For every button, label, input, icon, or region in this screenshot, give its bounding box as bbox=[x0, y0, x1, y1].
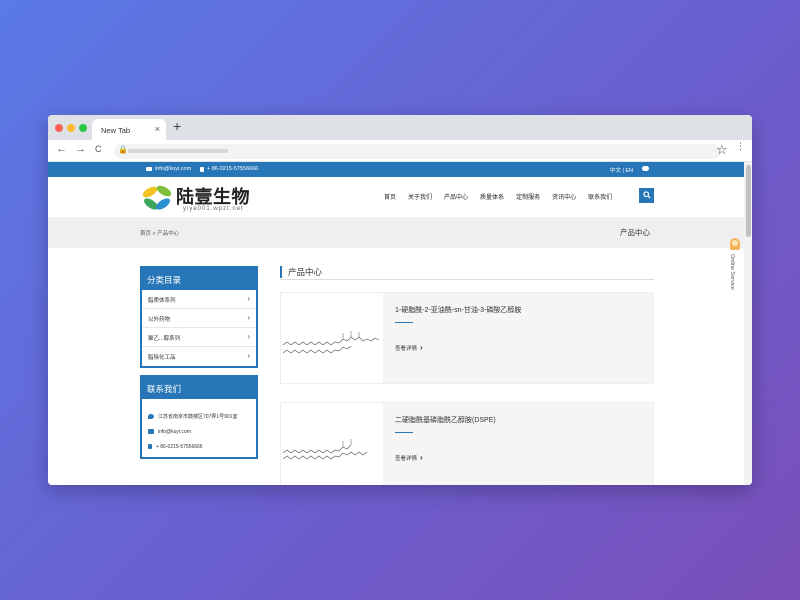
maximize-window-dot[interactable] bbox=[79, 124, 87, 132]
url-input[interactable]: 🔒 bbox=[114, 144, 721, 159]
chevron-right-icon: › bbox=[247, 294, 250, 303]
topbar-phone: + 86-0215-57556666 bbox=[200, 166, 258, 172]
reload-icon[interactable]: C bbox=[95, 144, 102, 154]
topbar-email-text: info@kuyi.com bbox=[155, 166, 192, 172]
site-header: 陆壹生物 yiye001.wpzt.net 首页 关于我们 产品中心 质量体系 … bbox=[48, 177, 744, 217]
search-button[interactable] bbox=[639, 188, 654, 203]
phone-icon bbox=[148, 444, 152, 449]
tab-bar: New Tab × + bbox=[48, 115, 752, 140]
topbar-phone-text: + 86-0215-57556666 bbox=[207, 166, 259, 172]
main-nav: 首页 关于我们 产品中心 质量体系 定制服务 资讯中心 联系我们 bbox=[378, 192, 618, 201]
back-arrow-icon[interactable]: ← bbox=[56, 143, 67, 155]
topbar-email[interactable]: info@kuyi.com bbox=[146, 166, 191, 172]
lock-icon: 🔒 bbox=[118, 145, 128, 154]
search-icon bbox=[642, 191, 651, 199]
mail-icon bbox=[148, 429, 154, 434]
chevron-right-icon: › bbox=[247, 313, 250, 322]
nav-item-custom[interactable]: 定制服务 bbox=[510, 192, 546, 201]
chevron-right-icon: › bbox=[420, 453, 423, 462]
section-divider bbox=[280, 279, 654, 280]
bookmark-star-icon[interactable]: ☆ bbox=[716, 142, 728, 158]
chevron-right-icon: › bbox=[420, 343, 423, 352]
page-scrollbar[interactable] bbox=[744, 162, 752, 485]
product-card[interactable]: 二硬脂酰基磷脂酰乙醇胺(DSPE) 查看详情 › bbox=[280, 402, 654, 485]
product-title[interactable]: 1-硬脂酰-2-亚油酰-sn-甘油-3-磷酸乙醇胺 bbox=[395, 305, 521, 315]
title-underline bbox=[395, 322, 413, 323]
nav-item-news[interactable]: 资讯中心 bbox=[546, 192, 582, 201]
product-title[interactable]: 二硬脂酰基磷脂酰乙醇胺(DSPE) bbox=[395, 415, 496, 425]
category-item[interactable]: 以外药物 › bbox=[142, 309, 256, 328]
mail-icon bbox=[146, 167, 152, 171]
category-item[interactable]: 脂质体系列 › bbox=[142, 290, 256, 309]
nav-item-about[interactable]: 关于我们 bbox=[402, 192, 438, 201]
url-placeholder-bar bbox=[128, 149, 228, 153]
category-item[interactable]: 脂除化工品 › bbox=[142, 347, 256, 366]
service-avatar-icon bbox=[730, 238, 740, 250]
nav-item-contact[interactable]: 联系我们 bbox=[582, 192, 618, 201]
contact-address: 江苏省南京市鼓楼区707弄1号901室 bbox=[142, 409, 256, 424]
contact-panel-title: 联系我们 bbox=[142, 377, 256, 399]
close-window-dot[interactable] bbox=[55, 124, 63, 132]
contact-phone: + 86-0215-57556666 bbox=[142, 439, 256, 454]
page-banner: 首页 > 产品中心 产品中心 bbox=[48, 217, 744, 248]
banner-title: 产品中心 bbox=[620, 228, 650, 237]
page-viewport: info@kuyi.com + 86-0215-57556666 中文 | EN… bbox=[48, 162, 752, 485]
view-details-link[interactable]: 查看详情 › bbox=[395, 343, 423, 352]
browser-window: New Tab × + ← → C 🔒 ☆ ⋮ info@kuyi.com + … bbox=[48, 115, 752, 485]
nav-item-products[interactable]: 产品中心 bbox=[438, 192, 474, 201]
online-service-widget[interactable]: Online Service bbox=[729, 238, 741, 290]
browser-tab[interactable]: New Tab × bbox=[92, 119, 166, 140]
new-tab-button[interactable]: + bbox=[173, 118, 181, 134]
language-switch[interactable]: 中文 | EN bbox=[610, 166, 633, 174]
chevron-right-icon: › bbox=[247, 332, 250, 341]
wechat-icon[interactable] bbox=[642, 166, 649, 171]
product-info: 1-硬脂酰-2-亚油酰-sn-甘油-3-磷酸乙醇胺 查看详情 › bbox=[383, 293, 653, 383]
category-panel: 分类目录 脂质体系列 › 以外药物 › 聚乙...醇系列 › 脂除化工品 › bbox=[140, 266, 258, 368]
title-underline bbox=[395, 432, 413, 433]
phone-icon bbox=[200, 166, 204, 172]
view-details-link[interactable]: 查看详情 › bbox=[395, 453, 423, 462]
breadcrumb[interactable]: 首页 > 产品中心 bbox=[140, 229, 179, 237]
forward-arrow-icon[interactable]: → bbox=[75, 143, 86, 155]
minimize-window-dot[interactable] bbox=[67, 124, 75, 132]
chevron-right-icon: › bbox=[247, 351, 250, 360]
location-icon bbox=[148, 414, 154, 419]
address-bar: ← → C 🔒 ☆ ⋮ bbox=[48, 140, 752, 162]
scrollbar-thumb[interactable] bbox=[746, 165, 751, 237]
tab-title: New Tab bbox=[101, 126, 131, 135]
nav-item-home[interactable]: 首页 bbox=[378, 192, 402, 201]
category-panel-title: 分类目录 bbox=[142, 268, 256, 290]
contact-email[interactable]: info@kuyi.com bbox=[142, 424, 256, 439]
product-structure-image[interactable] bbox=[281, 403, 383, 485]
logo-leaf-icon[interactable] bbox=[140, 183, 174, 213]
language-switch-text: 中文 | EN bbox=[610, 168, 634, 174]
product-card[interactable]: 1-硬脂酰-2-亚油酰-sn-甘油-3-磷酸乙醇胺 查看详情 › bbox=[280, 292, 654, 384]
top-info-bar: info@kuyi.com + 86-0215-57556666 中文 | EN bbox=[48, 162, 744, 177]
contact-panel: 联系我们 江苏省南京市鼓楼区707弄1号901室 info@kuyi.com +… bbox=[140, 375, 258, 459]
more-menu-icon[interactable]: ⋮ bbox=[736, 142, 745, 151]
online-service-label: Online Service bbox=[729, 254, 735, 290]
section-title: 产品中心 bbox=[280, 266, 322, 278]
category-item[interactable]: 聚乙...醇系列 › bbox=[142, 328, 256, 347]
product-structure-image[interactable] bbox=[281, 293, 383, 383]
tab-close-icon[interactable]: × bbox=[155, 124, 160, 134]
nav-item-quality[interactable]: 质量体系 bbox=[474, 192, 510, 201]
logo-url: yiye001.wpzt.net bbox=[183, 206, 244, 212]
product-info: 二硬脂酰基磷脂酰乙醇胺(DSPE) 查看详情 › bbox=[383, 403, 653, 485]
